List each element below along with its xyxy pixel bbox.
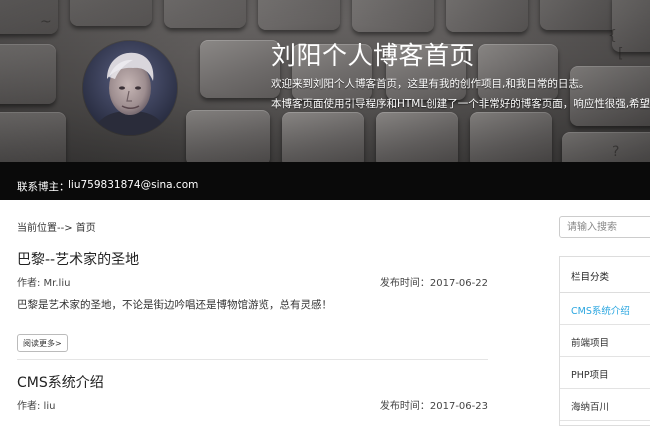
read-more-button[interactable]: 阅读更多> [17, 334, 68, 352]
category-panel-title: 栏目分类 [560, 257, 650, 293]
header-banner: ~ { [ " ? [0, 0, 650, 162]
avatar [83, 41, 177, 135]
post-title[interactable]: CMS系统介绍 [17, 372, 104, 392]
post-date: 发布时间：2017-06-22 [379, 278, 488, 289]
category-item-misc[interactable]: 海纳百川 [560, 389, 650, 421]
avatar-portrait-icon [83, 41, 177, 135]
site-description-line-1: 欢迎来到刘阳个人博客首页，这里有我的创作项目,和我日常的日志。 [271, 78, 590, 90]
post-divider [17, 359, 488, 360]
contact-label: 联系博主： [17, 181, 70, 193]
post-author: 作者: Mr.liu [17, 278, 71, 289]
post-summary: 巴黎是艺术家的圣地，不论是街边吟唱还是博物馆游览，总有灵感！ [17, 299, 332, 311]
category-panel: 栏目分类 CMS系统介绍 前端项目 PHP项目 海纳百川 [559, 256, 650, 426]
search-input[interactable] [559, 216, 650, 238]
category-item-php[interactable]: PHP项目 [560, 357, 650, 389]
category-item-cms[interactable]: CMS系统介绍 [560, 293, 650, 325]
post-date: 发布时间：2017-06-23 [379, 401, 488, 412]
site-title: 刘阳个人博客首页 [271, 41, 476, 70]
post-author: 作者: liu [17, 401, 56, 412]
breadcrumb: 当前位置--> 首页 [17, 223, 96, 234]
post-item: CMS系统介绍 作者: liu 发布时间：2017-06-23 [17, 372, 488, 417]
post-title[interactable]: 巴黎--艺术家的圣地 [17, 249, 139, 269]
contact-email: liu759831874@sina.com [68, 179, 199, 191]
category-item-frontend[interactable]: 前端项目 [560, 325, 650, 357]
post-item: 巴黎--艺术家的圣地 作者: Mr.liu 发布时间：2017-06-22 巴黎… [17, 249, 488, 359]
site-description-line-2: 本博客页面使用引导程序和HTML创建了一个非常好的博客页面，响应性很强,希望您能… [271, 98, 650, 110]
contact-bar: 联系博主： liu759831874@sina.com [0, 162, 650, 200]
